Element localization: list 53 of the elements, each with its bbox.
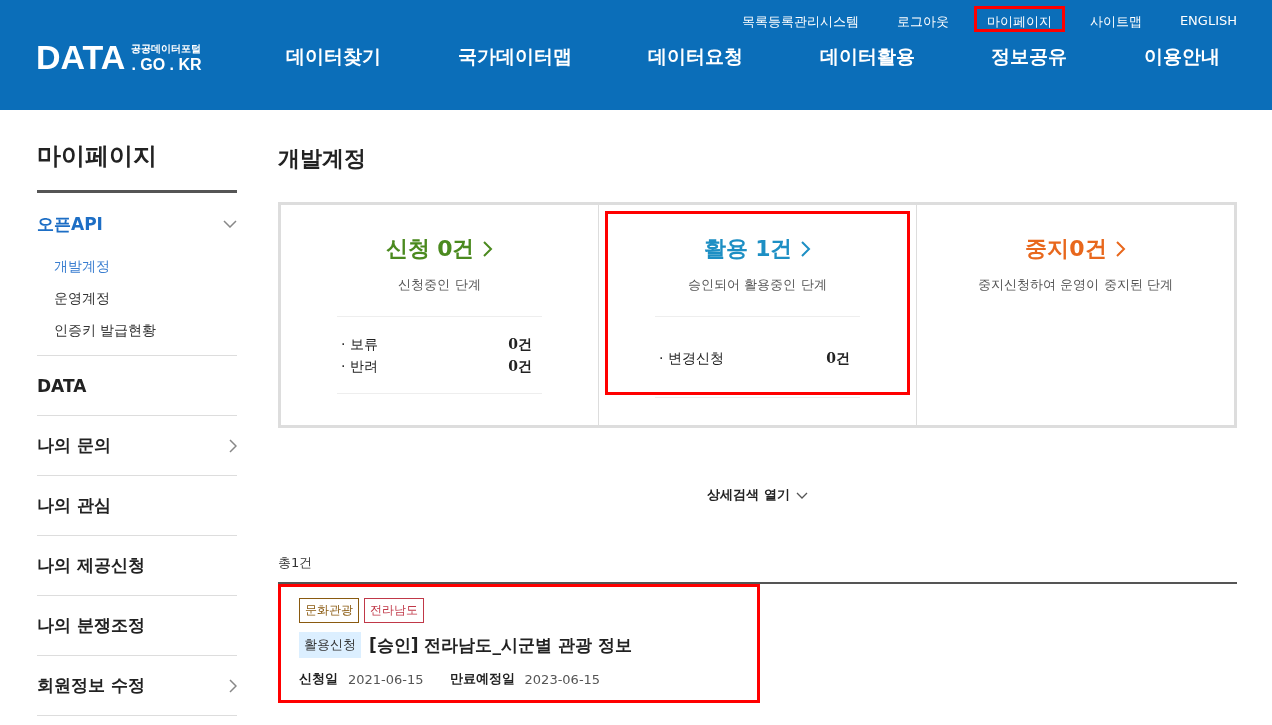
date-value: 2023-06-15: [524, 671, 601, 687]
top-link[interactable]: ENGLISH: [1166, 6, 1250, 32]
chevron-down-icon: [795, 491, 808, 499]
sidebar-item[interactable]: 회원정보 수정: [37, 656, 237, 715]
nav-menu-item[interactable]: 이용안내: [1143, 44, 1220, 70]
result-card[interactable]: 문화관광 전라남도 활용신청 [승인] 전라남도_시군별 관광 정보 신청일 2021-06-15 만료예정일 2023-06-15: [278, 584, 760, 703]
nav-menu-item[interactable]: 정보공유: [991, 44, 1068, 70]
sidebar-item[interactable]: 나의 제공신청: [37, 536, 237, 595]
sidebar-item[interactable]: 나의 분쟁조정: [37, 596, 237, 655]
nav-menu-item[interactable]: 데이터요청: [648, 44, 744, 70]
top-link[interactable]: 사이트맵: [1076, 6, 1155, 32]
sidebar-item[interactable]: DATA: [37, 356, 237, 415]
chevron-right-icon: [482, 240, 494, 258]
date-value: 2021-06-15: [348, 671, 424, 687]
sidebar-subitem[interactable]: 개발계정: [54, 255, 237, 277]
nav-menu-item[interactable]: 데이터찾기: [286, 44, 381, 70]
logo-domain: . GO . KR: [131, 56, 202, 73]
stat-row-label: · 보류: [341, 335, 378, 354]
stat-description: 승인되어 활용중인 단계: [688, 276, 827, 294]
sidebar-item[interactable]: 나의 관심: [37, 476, 237, 535]
date-label: 신청일: [299, 670, 338, 688]
category-tag: 문화관광: [299, 598, 359, 623]
nav-menu-item[interactable]: 국가데이터맵: [457, 44, 572, 70]
category-tag: 전라남도: [364, 598, 424, 623]
stat-row-count: 0건: [826, 349, 850, 368]
chevron-right-icon: [1114, 240, 1126, 258]
sidebar-item[interactable]: 나의 문의: [37, 416, 237, 475]
sidebar-subitem[interactable]: 운영계정: [54, 287, 237, 309]
result-title[interactable]: [승인] 전라남도_시군별 관광 정보: [369, 633, 632, 657]
stat-row-count: 0건: [508, 357, 532, 376]
stat-description: 중지신청하여 운영이 중지된 단계: [978, 276, 1173, 294]
top-link[interactable]: 로그아웃: [883, 6, 962, 32]
sidebar-item[interactable]: 오픈API: [37, 193, 237, 255]
stat-row-count: 0건: [508, 335, 532, 354]
sidebar-subitem[interactable]: 인증키 발급현황: [54, 319, 237, 341]
top-link[interactable]: 마이페이지: [973, 6, 1065, 32]
sidebar-title: 마이페이지: [37, 110, 237, 193]
stat-title-link[interactable]: 활용 1건: [703, 234, 812, 264]
stat-title-link[interactable]: 중지0건: [1025, 234, 1126, 264]
detail-search-toggle[interactable]: 상세검색 열기: [707, 486, 808, 504]
logo-subtitle: 공공데이터포털: [131, 42, 202, 56]
page-title: 개발계정: [278, 145, 367, 173]
date-label: 만료예정일: [449, 670, 515, 688]
total-count: 총1건: [278, 554, 1237, 584]
top-link[interactable]: 목록등록관리시스템: [728, 6, 872, 32]
chevron-right-icon: [800, 240, 812, 258]
stat-title-link[interactable]: 신청 0건: [385, 234, 494, 264]
status-badge: 활용신청: [299, 632, 361, 658]
stat-row-label: · 변경신청: [659, 349, 724, 368]
stat-description: 신청중인 단계: [398, 276, 481, 294]
logo-text[interactable]: DATA: [36, 41, 126, 73]
nav-menu-item[interactable]: 데이터활용: [819, 44, 915, 70]
stat-row-label: · 반려: [341, 357, 378, 376]
